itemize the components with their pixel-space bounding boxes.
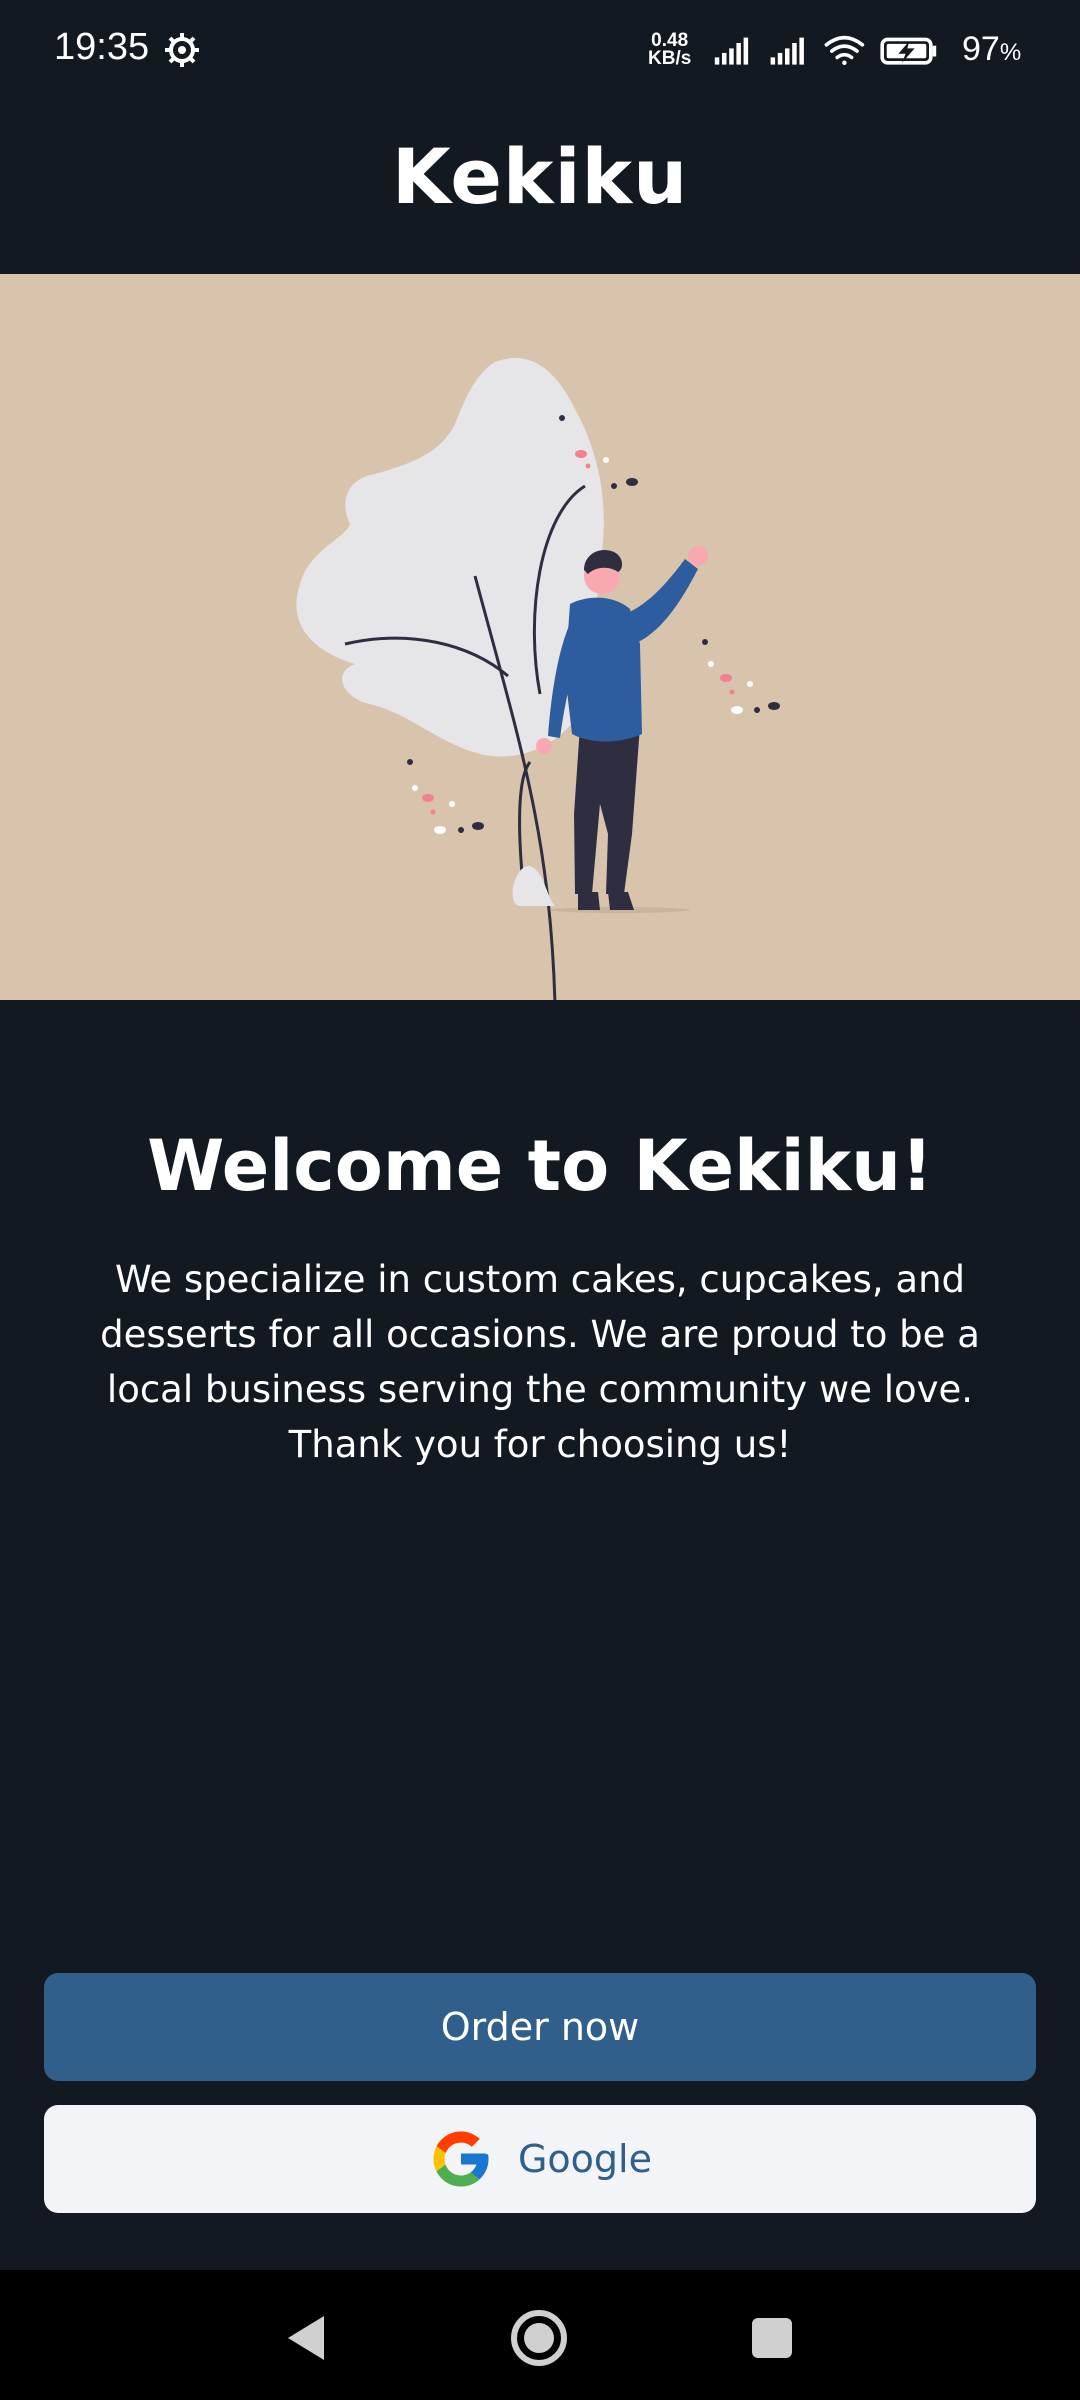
welcome-description: We specialize in custom cakes, cupcakes,… [100,1258,980,1466]
status-bar: 19:35 0.48 KB/s 97% [0,0,1080,78]
system-nav-bar [0,2270,1080,2400]
signal-icon [770,37,804,65]
home-icon[interactable] [499,2298,579,2378]
recents-icon[interactable] [732,2298,812,2378]
order-now-label: Order now [440,2005,640,2049]
network-speed-unit: KB/s [648,48,692,69]
wifi-icon [824,35,865,66]
google-sign-in-button[interactable]: Google [44,2105,1036,2213]
settings-gear-icon [165,33,199,67]
person-waving-leaf-illustration [296,358,780,1000]
signal-icon [714,37,749,65]
battery-charging-icon [880,37,937,65]
hero-banner [0,274,1080,1000]
back-icon[interactable] [266,2298,346,2378]
battery-percent-sign: % [999,39,1022,66]
battery-percent-value: 97 [962,30,1000,68]
status-time: 19:35 [54,26,150,68]
order-now-button[interactable]: Order now [44,1973,1036,2081]
google-logo-icon [433,2131,489,2187]
app-title: Kekiku [391,131,689,221]
status-icons-group [714,35,937,66]
network-speed: 0.48 KB/s [648,31,692,69]
battery-percent: 97% [962,30,1021,69]
google-label: Google [517,2137,652,2181]
app-header: Kekiku [0,78,1080,274]
welcome-title: Welcome to Kekiku! [147,1125,933,1207]
